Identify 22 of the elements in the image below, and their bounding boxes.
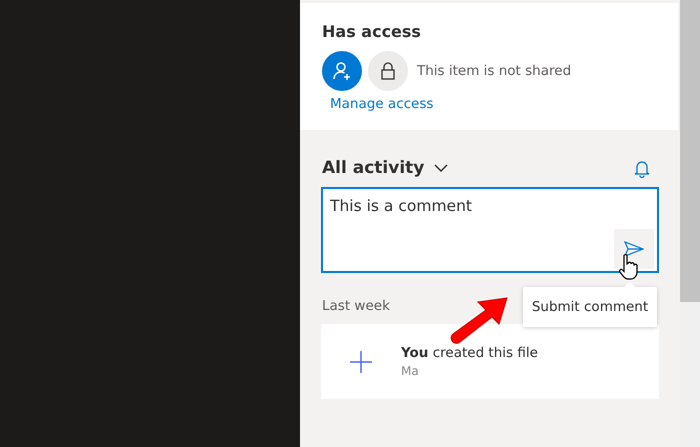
send-button[interactable] [614, 229, 654, 269]
activity-filter[interactable]: All activity [322, 158, 424, 178]
lock-button[interactable] [368, 51, 408, 91]
hand-cursor-icon [618, 254, 638, 280]
manage-access-link[interactable]: Manage access [330, 96, 434, 112]
plus-icon [350, 350, 372, 372]
chevron-down-icon[interactable] [434, 164, 448, 172]
activity-title: You created this file [401, 345, 538, 361]
send-icon [624, 241, 644, 257]
section-heading: Has access [322, 22, 422, 42]
lock-icon [380, 62, 396, 80]
comment-field[interactable]: This is a comment [321, 187, 659, 273]
activity-date: Ma [401, 364, 420, 378]
add-person-icon [332, 61, 352, 81]
add-person-button[interactable] [322, 51, 362, 91]
tooltip: Submit comment [523, 287, 657, 327]
group-label: Last week [322, 298, 390, 314]
sharing-status: This item is not shared [417, 63, 572, 79]
scrollbar[interactable] [680, 0, 700, 447]
scrollbar-thumb[interactable] [680, 0, 700, 302]
bell-icon[interactable] [634, 158, 650, 178]
pointer-arrow [450, 296, 510, 344]
